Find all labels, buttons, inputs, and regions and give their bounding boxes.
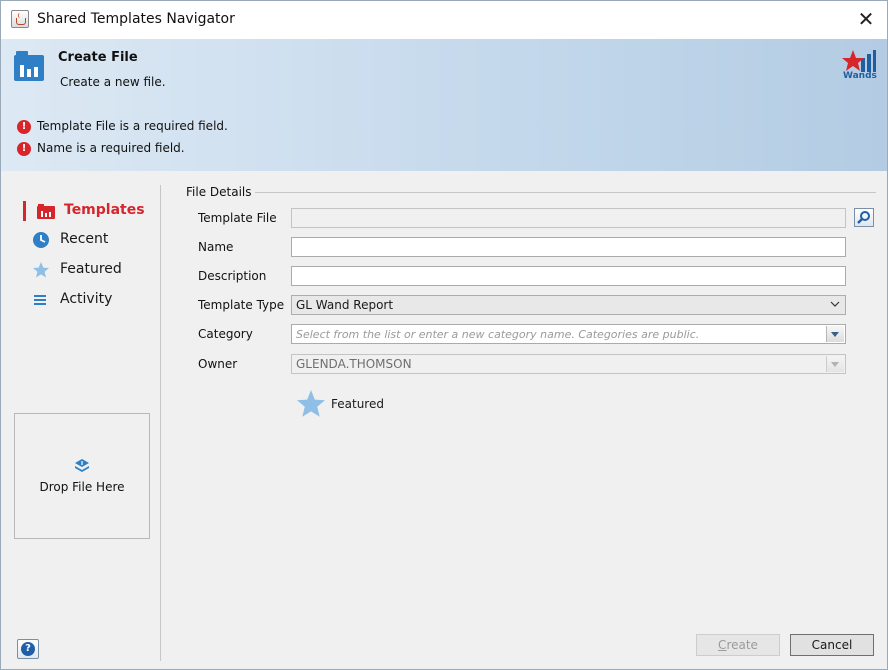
- magnifier-icon: [857, 211, 870, 224]
- templates-header-icon: [14, 51, 44, 81]
- help-button[interactable]: ?: [17, 639, 39, 659]
- category-label: Category: [198, 327, 253, 341]
- error-message: ! Name is a required field.: [17, 141, 185, 157]
- banner-subtitle: Create a new file.: [60, 75, 166, 89]
- clock-icon: [33, 232, 49, 248]
- sidebar-item-label: Recent: [60, 231, 109, 247]
- help-icon: ?: [21, 642, 35, 656]
- category-placeholder: Select from the list or enter a new cate…: [296, 328, 700, 341]
- name-input[interactable]: [291, 237, 846, 257]
- error-icon: !: [17, 141, 31, 156]
- template-type-label: Template Type: [198, 298, 285, 312]
- owner-value: GLENDA.THOMSON: [296, 357, 412, 371]
- featured-star-icon: [297, 390, 325, 417]
- dialog-window: Shared Templates Navigator ✕ Create File…: [0, 0, 888, 670]
- sidebar-item-featured[interactable]: Featured: [1, 257, 159, 283]
- activity-list-icon: [34, 295, 46, 305]
- sidebar-item-templates[interactable]: Templates: [1, 198, 159, 224]
- create-button[interactable]: Create: [696, 634, 780, 656]
- template-file-field[interactable]: [291, 208, 846, 228]
- sidebar-item-label: Templates: [64, 202, 145, 218]
- section-title: File Details: [186, 185, 252, 199]
- header-banner: Create File Create a new file. Wands ! Te…: [1, 39, 887, 171]
- template-file-label: Template File: [198, 211, 277, 225]
- banner-title: Create File: [58, 50, 138, 65]
- owner-dropdown-button: [826, 356, 844, 372]
- browse-file-button[interactable]: [854, 208, 874, 227]
- sidebar-item-recent[interactable]: Recent: [1, 227, 159, 253]
- sidebar-item-label: Activity: [60, 291, 113, 307]
- drop-zone-label: Drop File Here: [39, 480, 125, 494]
- description-label: Description: [198, 269, 267, 283]
- template-type-select[interactable]: GL Wand Report: [291, 295, 846, 315]
- category-combo[interactable]: Select from the list or enter a new cate…: [291, 324, 846, 344]
- error-message: ! Template File is a required field.: [17, 119, 228, 135]
- java-app-icon: [11, 10, 29, 28]
- error-icon: !: [17, 119, 31, 134]
- owner-combo: GLENDA.THOMSON: [291, 354, 846, 374]
- upload-stack-icon: [75, 459, 89, 472]
- file-drop-zone[interactable]: Drop File Here: [14, 413, 150, 539]
- featured-label: Featured: [331, 397, 384, 411]
- dropdown-arrow-icon: [831, 362, 839, 367]
- name-label: Name: [198, 240, 234, 254]
- window-title: Shared Templates Navigator: [37, 11, 235, 27]
- dropdown-arrow-icon: [831, 332, 839, 337]
- cancel-button[interactable]: Cancel: [790, 634, 874, 656]
- close-icon[interactable]: ✕: [855, 8, 877, 30]
- template-type-value: GL Wand Report: [296, 298, 394, 312]
- owner-label: Owner: [198, 357, 238, 371]
- description-input[interactable]: [291, 266, 846, 286]
- chevron-down-icon: [830, 301, 840, 307]
- section-divider: [255, 192, 876, 193]
- title-bar: Shared Templates Navigator ✕: [1, 1, 887, 39]
- wands-logo-text: Wands: [843, 71, 877, 81]
- sidebar-divider: [160, 185, 161, 661]
- star-icon: [33, 262, 49, 278]
- templates-icon: [37, 204, 55, 219]
- category-dropdown-button[interactable]: [826, 326, 844, 342]
- sidebar-item-activity[interactable]: Activity: [1, 287, 159, 313]
- active-marker: [23, 201, 26, 221]
- sidebar-item-label: Featured: [60, 261, 122, 277]
